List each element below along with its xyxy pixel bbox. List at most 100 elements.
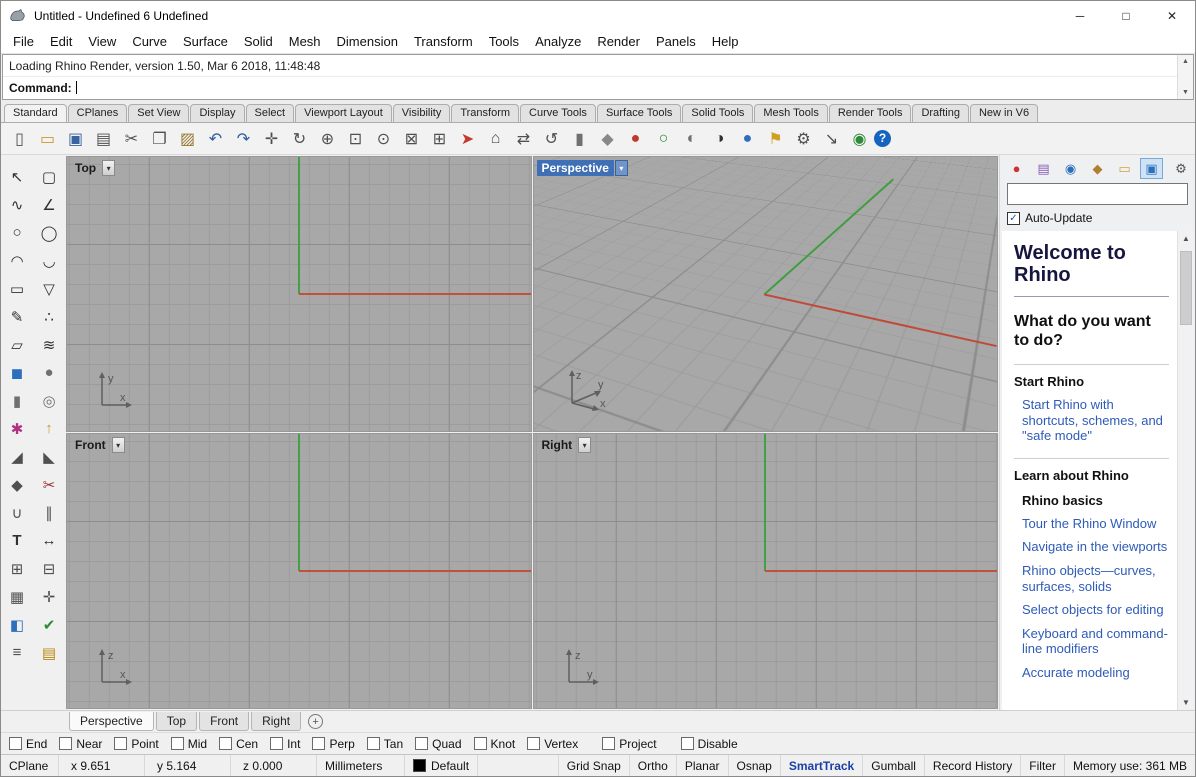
osnap-project[interactable]: Project	[602, 737, 657, 751]
properties-panel-tab[interactable]: ●	[1005, 158, 1028, 179]
menu-tools[interactable]: Tools	[481, 34, 527, 49]
help-row[interactable]: Rhino objects—curves, surfaces, solids	[1022, 563, 1169, 594]
planar-toggle[interactable]: Planar	[677, 755, 729, 776]
polyline-icon[interactable]: ∠	[33, 191, 65, 218]
tab-render-tools[interactable]: Render Tools	[828, 104, 912, 122]
split-icon[interactable]: ∥	[33, 499, 65, 526]
gumball-toggle[interactable]: Gumball	[863, 755, 925, 776]
help-row[interactable]: Keyboard and command-line modifiers	[1022, 626, 1169, 657]
ortho-toggle[interactable]: Ortho	[630, 755, 677, 776]
tube-icon[interactable]: ◎	[33, 387, 65, 414]
pan-view-icon[interactable]: ⇄	[510, 126, 537, 152]
close-button[interactable]: ✕	[1149, 1, 1195, 30]
cut-icon[interactable]: ✂	[118, 126, 145, 152]
shaded-icon[interactable]: ◐	[678, 126, 705, 152]
grid-icon[interactable]: ▦	[1, 583, 33, 610]
menu-transform[interactable]: Transform	[406, 34, 481, 49]
cplane-selector[interactable]: CPlane	[1, 755, 59, 776]
lasso-select-icon[interactable]: ▢	[33, 163, 65, 190]
block-icon[interactable]: ⊞	[1, 555, 33, 582]
tab-cplanes[interactable]: CPlanes	[67, 104, 128, 122]
grid-snap-toggle[interactable]: Grid Snap	[559, 755, 630, 776]
help-icon[interactable]: ?	[874, 130, 891, 147]
select-icon[interactable]: ↖	[1, 163, 33, 190]
viewport-front[interactable]: Front ▾ z x	[66, 433, 532, 709]
control-point-curve-icon[interactable]: ∿	[1, 191, 33, 218]
auto-update-checkbox[interactable]: ✓	[1007, 211, 1020, 225]
help-row[interactable]: Accurate modeling	[1022, 665, 1169, 681]
menu-view[interactable]: View	[80, 34, 124, 49]
polygon-icon[interactable]: ▽	[33, 275, 65, 302]
point-icon[interactable]: ∴	[33, 303, 65, 330]
menu-edit[interactable]: Edit	[42, 34, 80, 49]
menu-curve[interactable]: Curve	[124, 34, 175, 49]
osnap-point[interactable]: Point	[114, 737, 159, 751]
viewport-top-title[interactable]: Top	[70, 160, 101, 176]
raytraced-icon[interactable]: ●	[734, 126, 761, 152]
sphere-icon[interactable]: ●	[33, 359, 65, 386]
flag-icon[interactable]: ⚑	[762, 126, 789, 152]
menu-help[interactable]: Help	[704, 34, 747, 49]
menu-analyze[interactable]: Analyze	[527, 34, 589, 49]
smarttrack-toggle[interactable]: SmartTrack	[781, 755, 864, 776]
surface-icon[interactable]: ▱	[1, 331, 33, 358]
tab-viewport-layout[interactable]: Viewport Layout	[295, 104, 392, 122]
vptab-right[interactable]: Right	[251, 712, 302, 731]
paste-icon[interactable]: ▨	[174, 126, 201, 152]
ellipse-icon[interactable]: ◯	[33, 219, 65, 246]
paint-icon[interactable]: ◧	[1, 611, 33, 638]
help-row[interactable]: Start Rhino with shortcuts, schemes, and…	[1022, 397, 1169, 444]
osnap-end[interactable]: End	[9, 737, 47, 751]
menu-file[interactable]: File	[5, 34, 42, 49]
zoom-dynamic-icon[interactable]: ⊕	[314, 126, 341, 152]
help-row[interactable]: Navigate in the viewports	[1022, 539, 1169, 555]
rotate-camera-icon[interactable]: ↺	[538, 126, 565, 152]
loft-icon[interactable]: ≋	[33, 331, 65, 358]
zoom-extents-icon[interactable]: ⊠	[398, 126, 425, 152]
rectangle-icon[interactable]: ▭	[1, 275, 33, 302]
tab-surface-tools[interactable]: Surface Tools	[596, 104, 682, 122]
new-file-icon[interactable]: ▯	[6, 126, 33, 152]
snap-icon[interactable]: ✛	[33, 583, 65, 610]
tab-drafting[interactable]: Drafting	[912, 104, 969, 122]
curve-tools-icon[interactable]: ✎	[1, 303, 33, 330]
viewport-front-title[interactable]: Front	[70, 437, 111, 453]
circle-icon[interactable]: ○	[1, 219, 33, 246]
osnap-knot[interactable]: Knot	[473, 737, 515, 751]
copy-icon[interactable]: ❐	[146, 126, 173, 152]
menu-surface[interactable]: Surface	[175, 34, 236, 49]
help-row[interactable]: Select objects for editing	[1022, 602, 1169, 618]
extrude-icon[interactable]: ↑	[33, 415, 65, 442]
check-icon[interactable]: ✔	[33, 611, 65, 638]
osnap-toggle[interactable]: Osnap	[729, 755, 781, 776]
maximize-button[interactable]: □	[1103, 1, 1149, 30]
scroll-up-icon[interactable]: ▲	[1182, 234, 1190, 243]
zoom-selected-icon[interactable]: ⊙	[370, 126, 397, 152]
print-icon[interactable]: ▤	[90, 126, 117, 152]
trim-icon[interactable]: ✂	[33, 471, 65, 498]
scroll-down-icon[interactable]: ▼	[1182, 89, 1189, 96]
command-scrollbar[interactable]: ▲ ▼	[1177, 55, 1193, 99]
panel-options-gear-icon[interactable]: ⚙	[1172, 161, 1190, 177]
help-row[interactable]: Tour the Rhino Window	[1022, 516, 1169, 532]
units-display[interactable]: Millimeters	[317, 755, 405, 776]
viewport-perspective[interactable]: Perspective ▾ z y x	[532, 156, 998, 432]
viewport-top[interactable]: Top ▾ y x	[66, 156, 532, 432]
scrollbar-thumb[interactable]	[1180, 251, 1192, 325]
join-icon[interactable]: ∪	[1, 499, 33, 526]
redo-icon[interactable]: ↷	[230, 126, 257, 152]
tab-select[interactable]: Select	[245, 104, 295, 122]
layers-panel-tab[interactable]: ▤	[1032, 158, 1055, 179]
menu-dimension[interactable]: Dimension	[329, 34, 406, 49]
viewport-menu-arrow-icon[interactable]: ▾	[614, 160, 628, 176]
command-line[interactable]: Command:	[3, 77, 1193, 98]
tab-new-in-v6[interactable]: New in V6	[969, 104, 1039, 122]
box-icon[interactable]: ◼	[1, 359, 33, 386]
osnap-near[interactable]: Near	[59, 737, 102, 751]
osnap-quad[interactable]: Quad	[415, 737, 462, 751]
auto-update-option[interactable]: ✓ Auto-Update	[1007, 211, 1188, 225]
open-file-icon[interactable]: ▭	[34, 126, 61, 152]
record-history-toggle[interactable]: Record History	[925, 755, 1022, 776]
viewport-right[interactable]: Right ▾ z y	[532, 433, 998, 709]
tab-solid-tools[interactable]: Solid Tools	[682, 104, 754, 122]
